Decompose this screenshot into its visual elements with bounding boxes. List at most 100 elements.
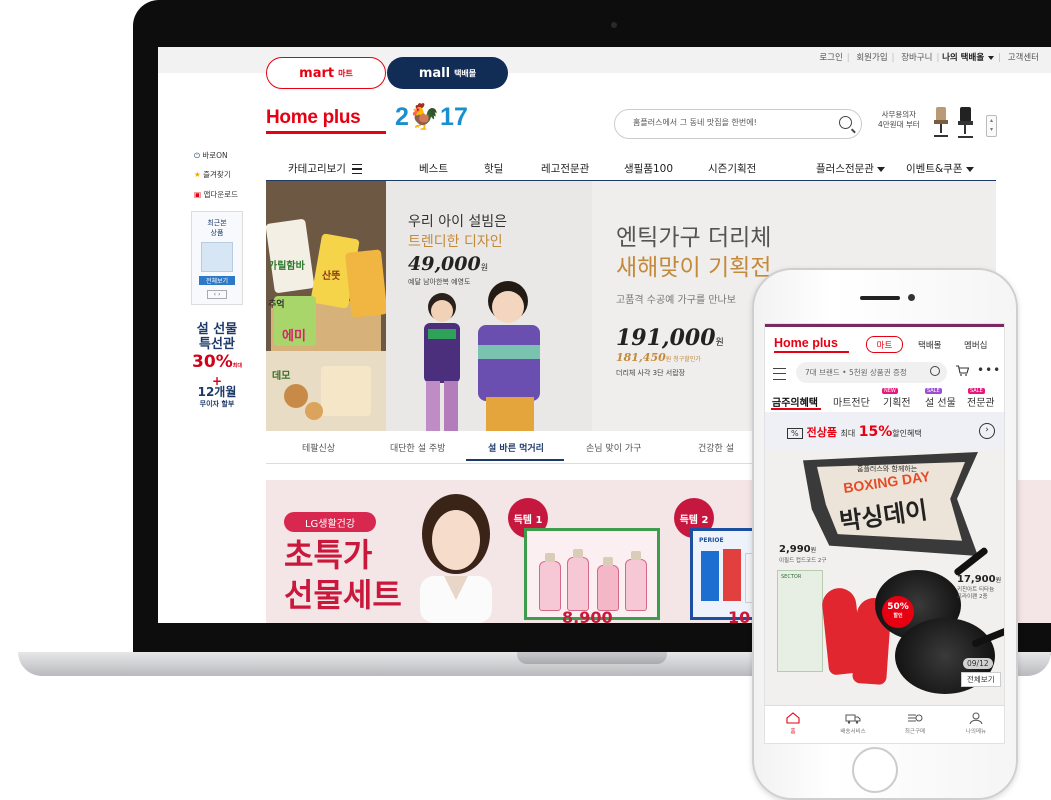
hamburger-menu-icon[interactable] [773,368,786,380]
bottom-nav-delivery[interactable]: 배송서비스 [829,712,877,735]
homeplus-logo[interactable]: Home plus [266,107,361,129]
bottom-nav-home[interactable]: 홈 [769,712,817,735]
carousel-pager: 09/12 [963,658,993,669]
view-all-button[interactable]: 전체보기 [961,672,1001,687]
mobile-tab-specialty[interactable]: 전문관 [967,394,995,409]
banner-tab-kitchen[interactable]: 대단한 설 주방 [390,441,445,454]
furniture-title-1: 엔틱가구 더리체 [616,225,772,251]
promo-months: 12개월 [197,385,237,399]
cart-icon[interactable] [956,365,969,376]
product-2-desc: 키친아트 티타늄 프라이팬 2종 [957,587,995,600]
truck-icon [845,714,861,724]
banner-tab-food[interactable]: 설 바른 먹거리 [488,441,544,454]
promo-title-1: 초특가 [284,536,373,574]
boxing-day-hero[interactable]: 홈플러스와 함께하는 BOXING DAY 박싱데이 2,990원 이필드 컵드… [765,450,1004,705]
sale-badge: SALE [968,388,985,394]
cart-link[interactable]: 장바구니 [901,53,932,63]
nav-events[interactable]: 이벤트&쿠폰 [906,161,974,176]
mobile-membership-link[interactable]: 멤버십 [964,339,987,351]
chair-ad-text[interactable]: 사무용의자 4만원대 부터 [878,110,920,130]
mart-tab[interactable]: mart 마트 [266,57,386,89]
customer-center-link[interactable]: 고객센터 [1008,53,1039,63]
search-icon[interactable] [930,366,940,376]
banner-tab-health[interactable]: 건강한 설 [698,441,734,454]
quick-on-button[interactable]: ⏻ 바로ON [194,150,228,161]
search-icon[interactable] [839,116,852,129]
app-download-button[interactable]: ▣ 앱다운로드 [194,189,238,200]
search-bar[interactable]: 홈플러스에서 그 동네 맛집을 한번에! [614,109,862,139]
mall-tab-label: mall [418,65,451,81]
bottom-nav-recent[interactable]: 최근구매 [891,712,939,735]
recent-thumbnail[interactable] [201,242,233,272]
furniture-title-2: 새해맞이 기획전 [616,255,772,281]
hanbok-line-1: 우리 아이 설빔은 [408,214,508,230]
recent-items-box[interactable]: 최근본 상품 전체보기 ‹ › [191,211,243,305]
more-icon[interactable]: ••• [977,363,1001,377]
mall-tab[interactable]: mall 택배몰 [387,57,508,89]
product-1-image[interactable]: SECTOR [777,570,823,672]
model-photo[interactable] [406,490,506,623]
snack-label-1: 가릴함바 [268,261,305,272]
seollal-side-promo[interactable]: 설 선물 특선관 30%최대 + 12개월 무이자 할부 [190,322,244,409]
promo-title-1: 설 선물 [196,322,238,337]
mobile-mart-tab[interactable]: 마트 [866,336,903,353]
pager-arrows[interactable]: ‹ › [207,290,227,299]
product-1-desc: 이필드 컵드코드 2구 [779,558,827,564]
nav-best[interactable]: 베스트 [419,161,448,176]
chevron-right-icon[interactable]: › [979,423,995,439]
banner-tab-tefal[interactable]: 테팔신상 [302,441,335,454]
mall-tab-sub: 택배몰 [454,68,477,78]
sale-badge: SALE [925,388,942,394]
mobile-mall-tab[interactable]: 택배몰 [918,339,941,351]
promo-title-2: 선물세트 [284,576,402,614]
bottom-navigation: 홈 배송서비스 최근구매 나의메뉴 [765,705,1004,743]
search-input[interactable]: 홈플러스에서 그 동네 맛집을 한번에! [633,117,757,128]
gift-set-1[interactable] [524,528,660,620]
bottom-nav-my[interactable]: 나의메뉴 [952,712,1000,735]
nav-essentials[interactable]: 생필품100 [624,161,673,176]
mobile-tab-gift[interactable]: 설 선물 [925,394,956,409]
banner-tab-furniture[interactable]: 손님 맞이 가구 [586,441,641,454]
laptop-notch [517,652,667,664]
lg-brand-pill: LG생활건강 [284,512,376,532]
laptop-camera [611,22,617,28]
mobile-tab-special[interactable]: 기획전 [883,394,911,409]
ad-scroll-arrows[interactable]: ▴ ▾ [986,115,997,137]
hanbok-panel[interactable]: 우리 아이 설빔은 트렌디한 디자인 49,000원 예달 남아한복 예영도 [386,181,592,431]
phone-home-button[interactable] [852,747,898,793]
star-icon: ★ [194,170,201,179]
view-all-button[interactable]: 전체보기 [199,276,235,285]
percent-box-icon: % [787,427,803,439]
promo-percent: 30%최대 [192,352,242,372]
utility-links: 로그인 | 회원가입 | 장바구니 | 나의 택배올 | 고객센터 [819,53,1039,63]
furniture-price: 191,000원 [616,325,724,351]
power-icon: ⏻ [194,151,200,160]
mobile-search-bar[interactable]: 7대 브랜드 • 5천원 상품권 증정 [796,362,947,383]
product-2-price: 17,900원 [957,574,1002,585]
deal-price-1: 8,900 [562,608,613,623]
home-icon [786,712,800,724]
nav-plus[interactable]: 플러스전문관 [816,161,885,176]
nav-season[interactable]: 시즌기획전 [708,161,756,176]
kids-hanbok-image[interactable] [416,277,576,431]
furniture-sale-price: 181,450원 청구할인가 [616,351,701,364]
office-chair-image[interactable] [930,105,982,141]
nav-lego[interactable]: 레고전문관 [541,161,589,176]
my-delivery-link[interactable]: 나의 택배올 [942,53,984,63]
recent-label: 최근본 [207,219,227,227]
hanbok-line-2: 트렌디한 디자인 [408,234,503,250]
signup-link[interactable]: 회원가입 [856,53,887,63]
chevron-down-icon [965,166,974,172]
mobile-logo[interactable]: Home plus [774,336,838,350]
year-2017-emblem: 2🐓17 [395,103,468,131]
favorite-button[interactable]: ★ 즐겨찾기 [194,169,231,180]
nav-category[interactable]: 카테고리보기 [288,161,362,176]
phone-speaker [860,296,900,300]
logo-underline [266,131,386,134]
nav-hotdeal[interactable]: 핫딜 [484,161,503,176]
snack-image[interactable]: 가릴함바 산뜻 추억 에미 데모 [266,181,388,431]
mobile-search-input[interactable]: 7대 브랜드 • 5천원 상품권 증정 [805,367,907,378]
login-link[interactable]: 로그인 [819,53,842,63]
mobile-tab-weekly[interactable]: 금주의혜택 [772,394,818,409]
mobile-tab-flyer[interactable]: 마트전단 [833,394,870,409]
